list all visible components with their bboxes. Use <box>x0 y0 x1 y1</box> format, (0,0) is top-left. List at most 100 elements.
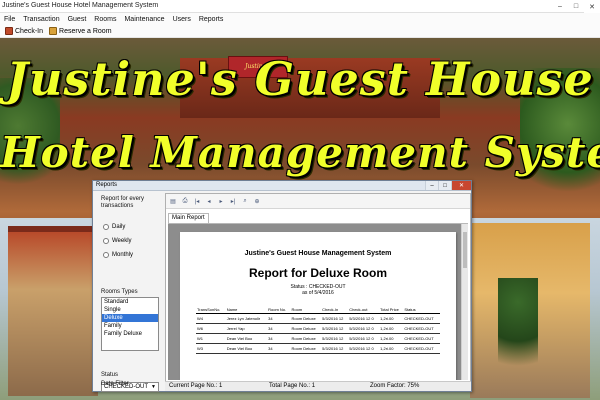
reserve-label: Reserve a Room <box>59 27 112 35</box>
menu-reports[interactable]: Reports <box>199 16 224 23</box>
vertical-scrollbar[interactable] <box>461 224 468 380</box>
cell: 1,2ri.00 <box>379 323 404 334</box>
reports-dialog: Reports – □ ✕ Report for every transacti… <box>92 180 472 392</box>
next-page-icon[interactable]: ▸ <box>217 197 225 205</box>
table-row: W6 Jerrel Yap 34 Room Deluxe 5/3/2016 12… <box>196 323 440 334</box>
dialog-minimize-button[interactable]: – <box>425 181 438 190</box>
cell: 34 <box>267 323 291 334</box>
room-types-list[interactable]: Standard Single Deluxe Family Family Del… <box>101 297 159 351</box>
cell: 5/3/2016 12 <box>321 323 349 334</box>
col-check-out: Check-out <box>348 306 380 314</box>
cell: 5/3/2016 12 <box>321 343 349 354</box>
reserve-room-button[interactable]: Reserve a Room <box>49 27 112 35</box>
cell: 5/3/2016 12 0 <box>348 333 380 344</box>
maximize-button[interactable]: □ <box>568 0 584 13</box>
cell: Dean Viel Boo <box>225 333 268 344</box>
report-title: Report for Deluxe Room <box>248 266 387 280</box>
close-button[interactable]: ✕ <box>584 0 600 13</box>
dialog-controls: – □ ✕ <box>425 181 471 190</box>
zoom-status: Zoom Factor: 75% <box>370 383 420 389</box>
col-room-no: Room No. <box>267 306 291 314</box>
radio-weekly[interactable]: Weekly <box>103 238 132 244</box>
menu-file[interactable]: File <box>4 16 15 23</box>
zoom-icon[interactable]: ⊕ <box>253 197 261 205</box>
export-icon[interactable]: ▤ <box>169 197 177 205</box>
find-icon[interactable]: ⌕ <box>241 197 249 205</box>
dialog-maximize-button[interactable]: □ <box>438 181 451 190</box>
total-page-status: Total Page No.: 1 <box>269 383 316 389</box>
radio-monthly[interactable]: Monthly <box>103 252 133 258</box>
cell: Room Deluxe <box>290 313 322 324</box>
cell: CHECKED-OUT <box>403 343 440 354</box>
menu-guest[interactable]: Guest <box>68 16 87 23</box>
check-in-icon <box>5 27 13 35</box>
col-name: Name <box>225 306 268 314</box>
prev-page-icon[interactable]: ◂ <box>205 197 213 205</box>
cell: CHECKED-OUT <box>403 313 440 324</box>
house-photo-left <box>8 226 98 396</box>
cell: 34 <box>267 313 291 324</box>
scrollbar-thumb[interactable] <box>463 232 467 268</box>
report-filter-panel: Report for every transactions Daily Week… <box>97 196 159 392</box>
menu-rooms[interactable]: Rooms <box>94 16 116 23</box>
room-type-single[interactable]: Single <box>102 306 158 314</box>
viewer-status-bar: Current Page No.: 1 Total Page No.: 1 Zo… <box>165 381 471 391</box>
palm-photo <box>498 278 538 398</box>
table-row: W1 Dean Viel Boo 34 Room Deluxe 5/3/2016… <box>196 333 440 344</box>
check-in-button[interactable]: Check-In <box>5 27 43 35</box>
cell: 5/3/2016 12 0 <box>348 323 380 334</box>
cell: 34 <box>267 333 291 344</box>
room-type-deluxe[interactable]: Deluxe <box>102 314 158 322</box>
cell: Dean Viel Boo <box>225 343 268 354</box>
col-check-in: Check-In <box>321 306 349 314</box>
print-icon[interactable]: ⎙ <box>181 197 189 205</box>
menu-transaction[interactable]: Transaction <box>23 16 59 23</box>
cell: 1,2ri.00 <box>379 343 404 354</box>
cell: 5/3/2016 12 <box>321 313 349 324</box>
reserve-icon <box>49 27 58 35</box>
radio-circle-icon <box>103 252 109 258</box>
cell: 5/3/2016 12 0 <box>348 313 380 324</box>
cell: 34 <box>267 343 291 354</box>
main-toolbar: Check-In Reserve a Room <box>0 25 600 38</box>
cell: 1,2ri.00 <box>379 313 404 324</box>
menu-users[interactable]: Users <box>173 16 191 23</box>
menu-maintenance[interactable]: Maintenance <box>124 16 164 23</box>
table-row: W4 Jerez Lyn Jatenolir 34 Room Deluxe 5/… <box>196 313 440 324</box>
radio-daily[interactable]: Daily <box>103 224 125 230</box>
report-as-of: as of 5/4/2016 <box>302 290 334 296</box>
menu-bar: File Transaction Guest Rooms Maintenance… <box>0 13 600 25</box>
radio-circle-icon <box>103 238 109 244</box>
table-row: W3 Dean Viel Boo 34 Room Deluxe 5/3/2016… <box>196 343 440 354</box>
dialog-title: Reports <box>96 182 118 188</box>
chevron-down-icon: ▼ <box>151 384 156 390</box>
current-page-status: Current Page No.: 1 <box>169 383 223 389</box>
report-company: Justine's Guest House Management System <box>244 250 392 257</box>
dialog-close-button[interactable]: ✕ <box>451 181 471 190</box>
room-type-standard[interactable]: Standard <box>102 298 158 306</box>
cell: Room Deluxe <box>290 343 322 354</box>
cell: 1,2ri.00 <box>379 333 404 344</box>
cell: W6 <box>196 323 226 334</box>
check-in-label: Check-In <box>15 27 44 35</box>
status-label: Status <box>101 372 119 378</box>
room-type-family[interactable]: Family <box>102 322 158 330</box>
col-status: Status <box>403 306 440 314</box>
banner-title-line1: Justine's Guest House <box>6 52 594 106</box>
report-table: TransSonNo. Name Room No. Room Check-In … <box>196 306 440 354</box>
cell: 5/3/2016 12 <box>321 333 349 344</box>
window-titlebar: Justine's Guest House Hotel Management S… <box>0 0 600 13</box>
first-page-icon[interactable]: |◂ <box>193 197 201 205</box>
cell: Room Deluxe <box>290 333 322 344</box>
cell: CHECKED-OUT <box>403 333 440 344</box>
report-viewer: ▤ ⎙ |◂ ◂ ▸ ▸| ⌕ ⊕ Main Report Justine's … <box>165 193 471 391</box>
radio-circle-icon <box>103 224 109 230</box>
cell: CHECKED-OUT <box>403 323 440 334</box>
cell: 5/3/2016 12 0 <box>348 343 380 354</box>
tab-main-report[interactable]: Main Report <box>168 213 209 223</box>
viewer-toolbar: ▤ ⎙ |◂ ◂ ▸ ▸| ⌕ ⊕ <box>166 194 470 209</box>
cell: W3 <box>196 343 226 354</box>
room-type-family-deluxe[interactable]: Family Deluxe <box>102 330 158 338</box>
last-page-icon[interactable]: ▸| <box>229 197 237 205</box>
minimize-button[interactable]: – <box>552 0 568 13</box>
